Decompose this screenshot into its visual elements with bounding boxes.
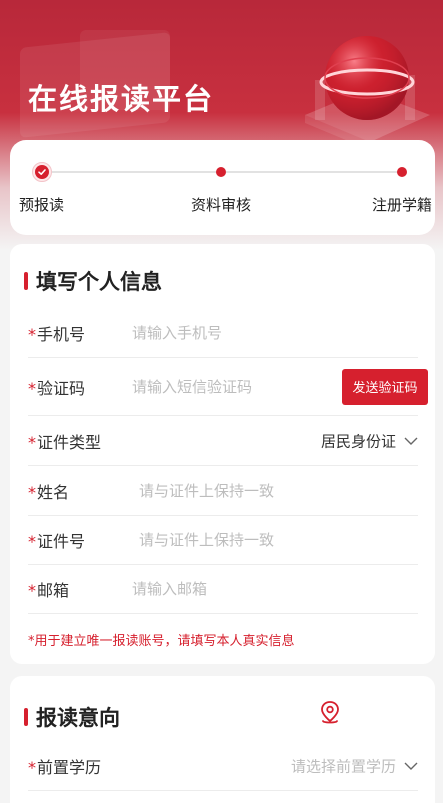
step-done-indicator — [32, 162, 52, 182]
email-label: *邮箱 — [28, 577, 69, 601]
id-type-label: *证件类型 — [28, 429, 101, 453]
required-mark: * — [28, 432, 36, 452]
section-header: 报读意向 — [24, 702, 120, 732]
id-type-label-text: 证件类型 — [37, 432, 102, 452]
id-type-row[interactable]: *证件类型 居民身份证 — [28, 416, 418, 466]
step-indicator — [216, 167, 226, 177]
id-type-value: 居民身份证 — [320, 432, 396, 450]
education-placeholder: 请选择前置学历 — [290, 757, 396, 775]
location-pin-icon[interactable] — [318, 700, 342, 730]
step-indicator — [397, 167, 407, 177]
education-label-text: 前置学历 — [37, 757, 102, 777]
step-connector — [226, 171, 398, 173]
id-type-select[interactable]: 居民身份证 — [321, 430, 418, 451]
step-label-enroll: 注册学籍 — [372, 196, 433, 214]
step-connector — [52, 171, 222, 173]
education-select[interactable]: 请选择前置学历 — [291, 755, 418, 776]
progress-steps: 预报读 资料审核 注册学籍 — [10, 140, 435, 235]
name-label: *姓名 — [28, 479, 69, 503]
code-label: *验证码 — [28, 375, 85, 399]
send-code-button[interactable]: 发送验证码 — [342, 368, 428, 405]
globe-illustration — [295, 20, 435, 150]
id-number-input[interactable] — [139, 530, 329, 549]
name-input[interactable] — [139, 481, 329, 500]
phone-label-text: 手机号 — [37, 324, 86, 344]
chevron-down-icon — [404, 436, 418, 445]
code-label-text: 验证码 — [37, 378, 86, 398]
email-row: *邮箱 — [28, 564, 418, 614]
section-marker — [24, 272, 28, 290]
section-header: 填写个人信息 — [24, 266, 162, 296]
page-title: 在线报读平台 — [28, 82, 215, 116]
id-number-row: *证件号 — [28, 515, 418, 565]
personal-info-card: 填写个人信息 *手机号 *验证码 发送验证码 *证件类型 居民身份证 *姓名 *… — [10, 244, 435, 664]
phone-label: *手机号 — [28, 321, 85, 345]
step-label-review: 资料审核 — [191, 196, 252, 214]
email-input[interactable] — [132, 579, 322, 598]
code-row: *验证码 发送验证码 — [28, 358, 428, 416]
intent-card: 报读意向 *前置学历 请选择前置学历 — [10, 676, 435, 803]
required-mark: * — [28, 531, 36, 551]
phone-row: *手机号 — [28, 308, 418, 358]
required-mark: * — [28, 580, 36, 600]
id-number-label-text: 证件号 — [37, 531, 86, 551]
email-label-text: 邮箱 — [37, 580, 70, 600]
notice-text: *用于建立唯一报读账号，请填写本人真实信息 — [28, 634, 295, 649]
education-label: *前置学历 — [28, 754, 101, 778]
name-row: *姓名 — [28, 466, 418, 516]
required-mark: * — [28, 482, 36, 502]
section-title: 报读意向 — [36, 706, 120, 730]
phone-input[interactable] — [132, 323, 322, 342]
name-label-text: 姓名 — [37, 482, 70, 502]
education-row[interactable]: *前置学历 请选择前置学历 — [28, 741, 418, 791]
check-icon — [38, 169, 46, 175]
id-number-label: *证件号 — [28, 528, 85, 552]
required-mark: * — [28, 324, 36, 344]
step-label-preregister: 预报读 — [19, 196, 65, 214]
sms-code-input[interactable] — [132, 377, 322, 396]
section-title: 填写个人信息 — [36, 270, 162, 294]
section-marker — [24, 708, 28, 726]
required-mark: * — [28, 757, 36, 777]
required-mark: * — [28, 378, 36, 398]
chevron-down-icon — [404, 761, 418, 770]
